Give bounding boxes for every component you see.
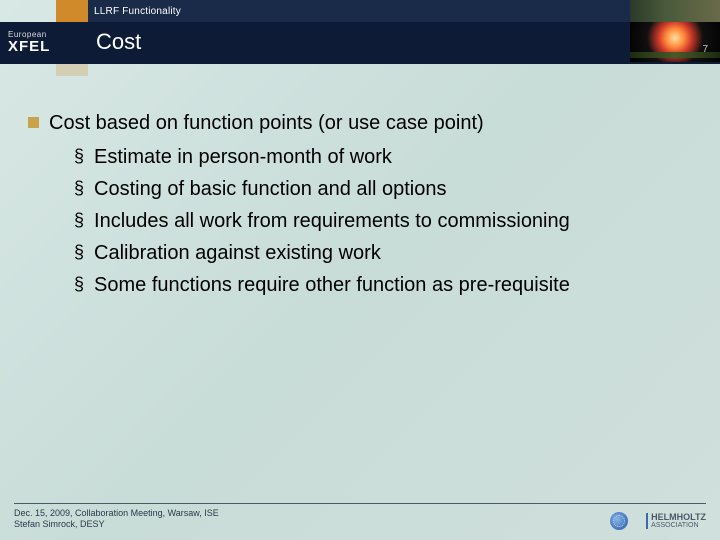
square-bullet-icon — [28, 117, 39, 128]
page-title: Cost — [88, 22, 630, 62]
section-bullet-icon: § — [74, 270, 84, 300]
title-row: European XFEL Cost — [0, 22, 720, 62]
logo-main-text: XFEL — [8, 39, 88, 54]
sub-bullet-list: § Estimate in person-month of work § Cos… — [74, 142, 692, 300]
slide-header: LLRF Functionality European XFEL Cost 7 — [0, 0, 720, 78]
footer-line2: Stefan Simrock, DESY — [14, 519, 219, 530]
footer-text-block: Dec. 15, 2009, Collaboration Meeting, Wa… — [14, 508, 219, 531]
header-top-strip: LLRF Functionality — [0, 0, 720, 22]
assoc-bottom: ASSOCIATION — [651, 522, 698, 529]
sub-point-text: Estimate in person-month of work — [94, 142, 392, 172]
assoc-top: HELMHOLTZ — [651, 513, 706, 522]
footer-line1: Dec. 15, 2009, Collaboration Meeting, Wa… — [14, 508, 219, 519]
xfel-logo: European XFEL — [0, 22, 88, 62]
slide-footer: Dec. 15, 2009, Collaboration Meeting, Wa… — [14, 503, 706, 531]
list-item: § Costing of basic function and all opti… — [74, 174, 692, 204]
sub-point-text: Includes all work from requirements to c… — [94, 206, 570, 236]
sub-point-text: Costing of basic function and all option… — [94, 174, 446, 204]
under-strip — [0, 64, 720, 76]
header-decor-top — [630, 0, 720, 22]
footer-logos: HELMHOLTZ ASSOCIATION — [610, 512, 706, 530]
list-item: § Estimate in person-month of work — [74, 142, 692, 172]
bullet-level1: Cost based on function points (or use ca… — [28, 108, 692, 138]
header-accent-block — [0, 0, 88, 22]
globe-icon — [610, 512, 628, 530]
section-bullet-icon: § — [74, 174, 84, 204]
list-item: § Some functions require other function … — [74, 270, 692, 300]
accent-orange-faded — [56, 64, 88, 76]
sub-point-text: Calibration against existing work — [94, 238, 381, 268]
accent-orange-bar — [56, 0, 88, 22]
helmholtz-logo: HELMHOLTZ ASSOCIATION — [646, 513, 706, 529]
section-bullet-icon: § — [74, 142, 84, 172]
footer-divider — [14, 503, 706, 504]
section-bullet-icon: § — [74, 206, 84, 236]
sub-point-text: Some functions require other function as… — [94, 270, 570, 300]
slide-number: 7 — [702, 44, 708, 55]
section-bullet-icon: § — [74, 238, 84, 268]
breadcrumb: LLRF Functionality — [88, 0, 630, 22]
main-point-text: Cost based on function points (or use ca… — [49, 108, 484, 138]
list-item: § Includes all work from requirements to… — [74, 206, 692, 236]
slide-content: Cost based on function points (or use ca… — [28, 108, 692, 302]
list-item: § Calibration against existing work — [74, 238, 692, 268]
header-decor-image — [630, 22, 720, 62]
